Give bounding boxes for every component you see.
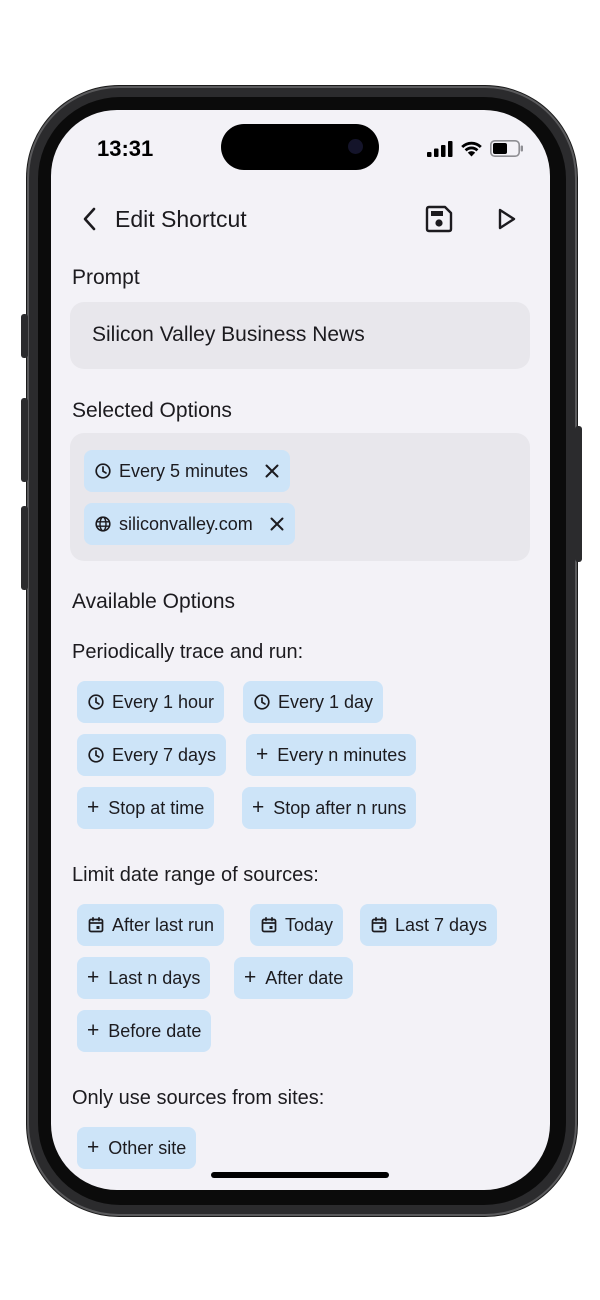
chip-label: Last n days <box>108 967 201 988</box>
camera-icon <box>348 139 363 154</box>
signal-icon <box>427 140 453 157</box>
plus-icon: + <box>87 1136 100 1159</box>
plus-icon: + <box>87 966 100 989</box>
close-icon[interactable] <box>264 463 280 479</box>
status-icons <box>427 140 524 157</box>
chip-label: Stop after n runs <box>273 797 407 818</box>
option-before-date[interactable]: + Before date <box>77 1010 212 1052</box>
option-today[interactable]: Today <box>250 904 344 946</box>
chip-label: Every 7 days <box>112 744 217 765</box>
option-every-1-hour[interactable]: Every 1 hour <box>77 681 225 723</box>
action-button <box>21 314 28 358</box>
option-last-7-days[interactable]: Last 7 days <box>360 904 498 946</box>
power-button <box>575 426 582 562</box>
chip-label: Stop at time <box>108 797 205 818</box>
run-button[interactable] <box>493 206 519 232</box>
option-every-1-day[interactable]: Every 1 day <box>243 681 384 723</box>
chip-label: Every n minutes <box>277 744 407 765</box>
clock-icon <box>88 694 104 710</box>
chip-label: Every 5 minutes <box>119 460 249 481</box>
calendar-icon <box>88 916 104 933</box>
prompt-label: Prompt <box>72 266 140 289</box>
chip-label: Every 1 day <box>278 691 374 712</box>
chip-label: Other site <box>108 1137 187 1158</box>
selected-chip-siliconvalley: siliconvalley.com <box>84 503 295 545</box>
chip-label: After last run <box>112 914 215 935</box>
chip-label: Last 7 days <box>395 914 488 935</box>
selected-options-label: Selected Options <box>72 399 232 422</box>
chip-label: siliconvalley.com <box>119 513 253 534</box>
sites-label: Only use sources from sites: <box>72 1087 325 1109</box>
calendar-icon <box>371 916 387 933</box>
plus-icon: + <box>252 796 265 819</box>
option-other-site[interactable]: + Other site <box>77 1127 197 1169</box>
selected-chip-every-5-minutes: Every 5 minutes <box>84 450 291 492</box>
calendar-icon <box>261 916 277 933</box>
clock-icon <box>254 694 270 710</box>
chip-label: Every 1 hour <box>112 691 215 712</box>
option-after-last-run[interactable]: After last run <box>77 904 225 946</box>
clock-icon <box>95 463 111 479</box>
status-time: 13:31 <box>97 136 154 161</box>
periodic-label: Periodically trace and run: <box>72 641 304 663</box>
option-after-date[interactable]: + After date <box>234 957 354 999</box>
globe-icon <box>95 516 111 532</box>
option-every-7-days[interactable]: Every 7 days <box>77 734 227 776</box>
prompt-input[interactable]: Silicon Valley Business News <box>70 302 530 369</box>
chip-label: After date <box>265 967 344 988</box>
close-icon[interactable] <box>269 516 285 532</box>
plus-icon: + <box>256 743 269 766</box>
page-title: Edit Shortcut <box>115 206 247 232</box>
chip-label: Before date <box>108 1020 202 1041</box>
back-button[interactable] <box>75 204 105 234</box>
option-stop-at-time[interactable]: + Stop at time <box>77 787 215 829</box>
save-button[interactable] <box>423 203 455 235</box>
dynamic-island <box>221 124 379 170</box>
date-range-label: Limit date range of sources: <box>72 864 319 886</box>
selected-options-box: Every 5 minutes siliconvalley.com <box>70 433 530 561</box>
volume-down-button <box>21 506 28 590</box>
plus-icon: + <box>87 796 100 819</box>
option-last-n-days[interactable]: + Last n days <box>77 957 211 999</box>
home-indicator[interactable] <box>211 1172 389 1178</box>
battery-icon <box>490 140 523 157</box>
plus-icon: + <box>87 1019 100 1042</box>
option-stop-after-n-runs[interactable]: + Stop after n runs <box>242 787 417 829</box>
volume-up-button <box>21 398 28 482</box>
prompt-value: Silicon Valley Business News <box>92 323 365 346</box>
available-options-label: Available Options <box>72 590 236 613</box>
chip-label: Today <box>285 914 334 935</box>
plus-icon: + <box>244 966 257 989</box>
clock-icon <box>88 747 104 763</box>
app-header: Edit Shortcut <box>51 200 550 240</box>
app-screen: 13:31 Edit Shortcut Prompt Silicon Valle… <box>51 110 550 1190</box>
wifi-icon <box>461 141 482 157</box>
option-every-n-minutes[interactable]: + Every n minutes <box>246 734 417 776</box>
